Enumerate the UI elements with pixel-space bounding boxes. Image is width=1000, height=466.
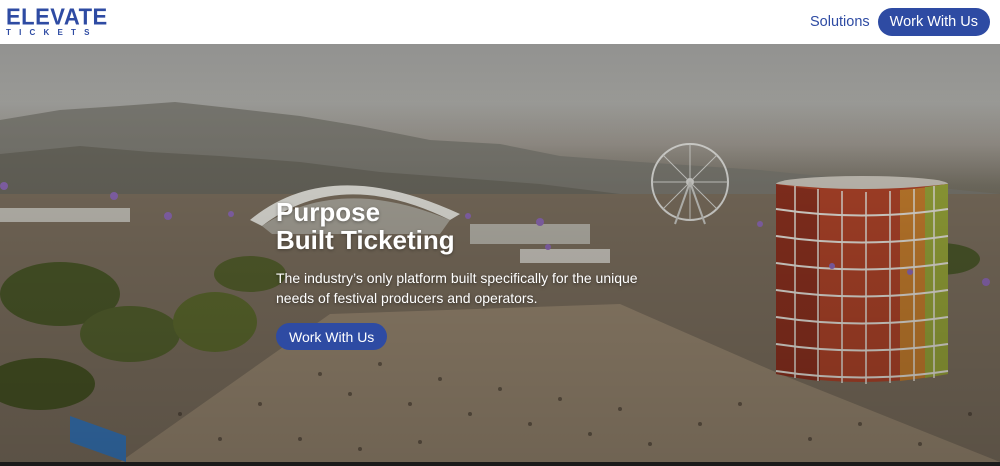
bottom-edge — [0, 462, 1000, 466]
header-work-with-us-button[interactable]: Work With Us — [877, 8, 990, 36]
hero-title-line-1: Purpose — [276, 197, 381, 227]
hero-title-line-2: Built Ticketing — [276, 225, 455, 255]
hero-description: The industry’s only platform built speci… — [276, 270, 638, 306]
main-nav: Solutions Work With Us — [810, 8, 990, 36]
logo-wordmark: ELEVATE — [6, 3, 108, 30]
site-header: ELEVATE TICKETS Solutions Work With Us — [0, 0, 1000, 44]
hero-content: Purpose Built Ticketing The industry’s o… — [276, 198, 676, 350]
hero-section: Purpose Built Ticketing The industry’s o… — [0, 44, 1000, 462]
hero-work-with-us-button[interactable]: Work With Us — [276, 323, 388, 350]
elevate-tickets-logo[interactable]: ELEVATE TICKETS — [6, 3, 122, 37]
nav-solutions-link[interactable]: Solutions — [810, 14, 870, 30]
hero-title: Purpose Built Ticketing — [276, 198, 676, 254]
